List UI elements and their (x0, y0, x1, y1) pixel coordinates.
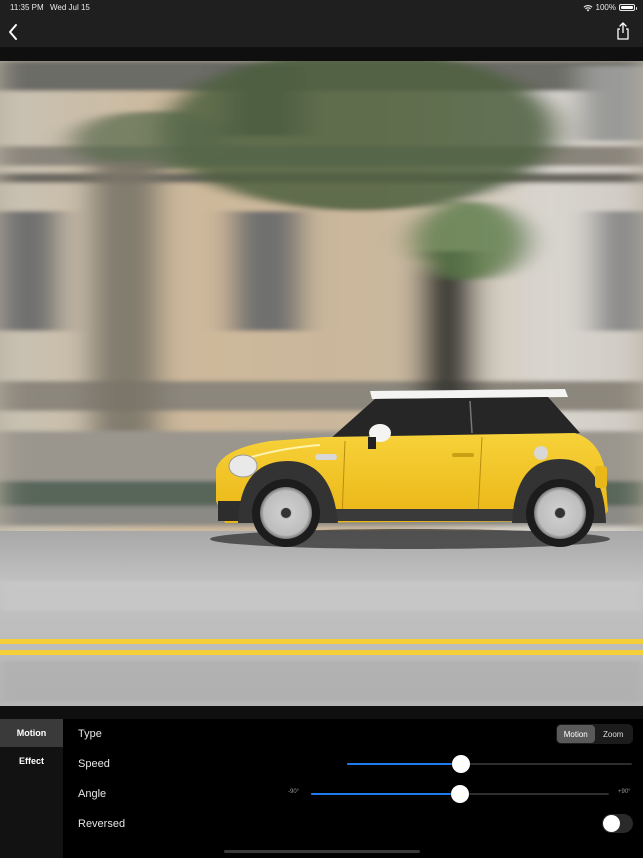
wifi-icon (583, 4, 593, 11)
settings-rows: Type Motion Zoom Speed Angle -90° +90° R… (68, 719, 643, 858)
road-line-bottom (0, 650, 643, 655)
speed-row: Speed (68, 749, 643, 779)
share-icon (617, 22, 629, 40)
battery-percent: 100% (595, 3, 616, 12)
type-option-zoom[interactable]: Zoom (595, 725, 633, 743)
status-time: 11:35 PM (10, 3, 44, 12)
speed-slider[interactable] (347, 754, 632, 774)
road-line-top (0, 639, 643, 644)
sidebar-item-label: Motion (16, 728, 47, 738)
type-option-motion[interactable]: Motion (557, 725, 595, 743)
home-indicator[interactable] (224, 850, 420, 853)
reversed-row: Reversed (68, 809, 643, 839)
type-row: Type Motion Zoom (68, 719, 643, 749)
type-segmented-control[interactable]: Motion Zoom (556, 724, 633, 744)
sidebar-item-motion[interactable]: Motion (0, 719, 63, 747)
angle-slider-fill (311, 793, 460, 795)
control-panel: Motion Effect Type Motion Zoom Speed Ang… (0, 719, 643, 858)
back-button[interactable] (6, 22, 22, 42)
photo-bottom-spacer (0, 706, 643, 719)
speed-slider-fill (347, 763, 461, 765)
status-date: Wed Jul 15 (50, 3, 90, 12)
angle-row: Angle -90° +90° (68, 779, 643, 809)
status-bar: 11:35 PM Wed Jul 15 100% (0, 0, 643, 16)
reversed-toggle-knob (603, 815, 620, 832)
sidebar-item-label: Effect (18, 756, 44, 766)
speed-label: Speed (78, 758, 110, 770)
nav-bar (0, 16, 643, 47)
share-button[interactable] (615, 21, 631, 41)
photo-top-spacer (0, 47, 643, 61)
status-right: 100% (583, 3, 637, 12)
sidebar-item-effect[interactable]: Effect (0, 747, 63, 775)
angle-min-label: -90° (288, 789, 300, 795)
chevron-left-icon (9, 24, 17, 40)
angle-label: Angle (78, 788, 107, 800)
battery-icon (619, 4, 637, 11)
photo-canvas[interactable] (0, 61, 643, 706)
angle-slider-thumb[interactable] (451, 785, 469, 803)
type-label: Type (78, 728, 102, 740)
sidebar: Motion Effect (0, 719, 63, 858)
reversed-label: Reversed (78, 818, 126, 830)
photo-image (0, 61, 643, 706)
speed-slider-thumb[interactable] (452, 755, 470, 773)
angle-slider[interactable] (311, 784, 609, 804)
angle-max-label: +90° (618, 789, 631, 795)
reversed-toggle[interactable] (602, 814, 633, 833)
